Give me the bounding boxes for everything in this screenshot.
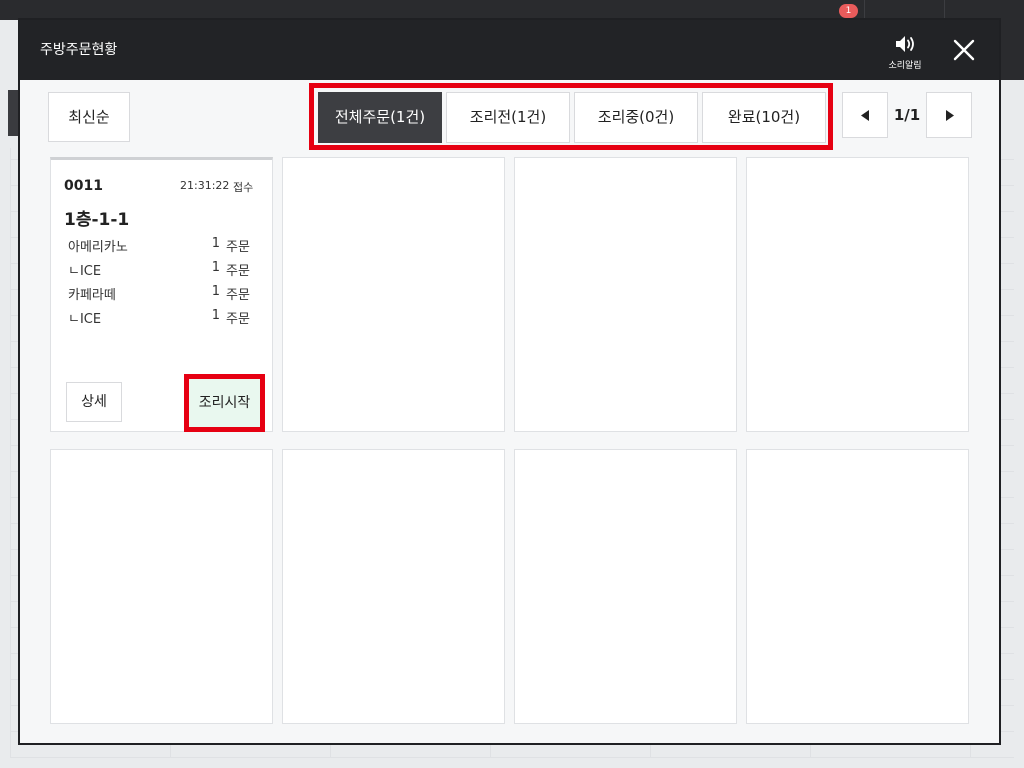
order-status: 접수 — [233, 181, 254, 194]
previous-page-button[interactable] — [842, 92, 888, 138]
empty-order-slot — [514, 157, 737, 432]
order-card: 0011 21:31:22 접수 1층-1-1 아메리카노 1 주문 ㄴICE … — [50, 157, 273, 432]
background-top-bar — [0, 0, 1024, 20]
order-item: 아메리카노 1 주문 — [68, 236, 258, 255]
item-unit: 주문 — [226, 264, 250, 279]
order-number: 0011 — [64, 178, 103, 194]
item-name: ㄴICE — [68, 312, 102, 327]
item-name: ㄴICE — [68, 264, 102, 279]
empty-order-slot — [746, 157, 969, 432]
close-icon — [953, 39, 975, 61]
item-name: 아메리카노 — [68, 240, 128, 255]
empty-order-slot — [282, 157, 505, 432]
empty-order-slot — [50, 449, 273, 724]
background-divider — [944, 0, 945, 20]
modal-title: 주방주문현황 — [40, 42, 118, 58]
empty-order-slot — [514, 449, 737, 724]
item-unit: 주문 — [226, 288, 250, 303]
empty-order-slot — [282, 449, 505, 724]
page-indicator: 1/1 — [893, 106, 921, 124]
kitchen-order-modal: 주방주문현황 소리알림 최신순 전체주문(1건) 조리전(1건) 조리중(0건)… — [18, 18, 1001, 745]
item-quantity: 1 — [211, 260, 220, 275]
tab-before-cooking[interactable]: 조리전(1건) — [446, 92, 570, 143]
sound-alert-button[interactable]: 소리알림 — [878, 32, 932, 72]
item-quantity: 1 — [211, 236, 220, 251]
close-button[interactable] — [950, 36, 978, 64]
sound-alert-label: 소리알림 — [888, 61, 922, 71]
item-unit: 주문 — [226, 240, 250, 255]
item-unit: 주문 — [226, 312, 250, 327]
order-board: 최신순 전체주문(1건) 조리전(1건) 조리중(0건) 완료(10건) 1/1… — [20, 80, 999, 743]
order-item: 카페라떼 1 주문 — [68, 284, 258, 303]
speaker-icon — [896, 36, 914, 52]
caret-left-icon — [861, 110, 869, 121]
start-cooking-button[interactable]: 조리시작 — [189, 379, 260, 427]
order-item: ㄴICE 1 주문 — [68, 260, 258, 279]
tab-cooking[interactable]: 조리중(0건) — [574, 92, 698, 143]
tab-completed[interactable]: 완료(10건) — [702, 92, 826, 143]
background-header-strip — [1000, 20, 1024, 80]
notification-badge: 1 — [839, 4, 858, 18]
item-quantity: 1 — [211, 284, 220, 299]
modal-header: 주방주문현황 소리알림 — [20, 20, 999, 80]
order-time: 21:31:22 — [180, 179, 230, 192]
next-page-button[interactable] — [926, 92, 972, 138]
order-item: ㄴICE 1 주문 — [68, 308, 258, 327]
item-quantity: 1 — [211, 308, 220, 323]
background-divider — [864, 0, 865, 20]
tab-all-orders[interactable]: 전체주문(1건) — [318, 92, 442, 143]
item-name: 카페라떼 — [68, 288, 116, 303]
sort-latest-button[interactable]: 최신순 — [48, 92, 130, 142]
empty-order-slot — [746, 449, 969, 724]
table-name: 1층-1-1 — [64, 210, 130, 230]
detail-button[interactable]: 상세 — [66, 382, 122, 422]
caret-right-icon — [946, 110, 954, 121]
